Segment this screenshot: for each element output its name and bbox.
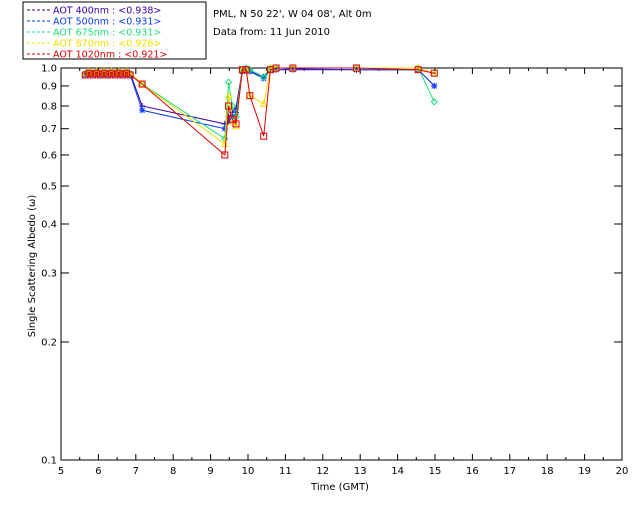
- plot-axes: 5 6 7 8 9 10 11 12 13 14 15 16 17 18 19 20 1.0 0.9 0.8 0.7 0…: [41, 64, 628, 478]
- x-tick-label: 9: [207, 466, 213, 477]
- x-tick-label: 19: [578, 466, 591, 477]
- x-tick-label: 18: [541, 466, 554, 477]
- y-tick-label: 0.5: [41, 182, 57, 193]
- legend-entry: AOT 400nm : <0.938>: [53, 6, 161, 17]
- x-tick-label: 10: [242, 466, 255, 477]
- y-tick-label: 0.2: [41, 337, 57, 348]
- x-axis-label: Time (GMT): [310, 482, 369, 493]
- y-tick-label: 0.7: [41, 124, 57, 135]
- legend-entry: AOT 675nm : <0.931>: [53, 28, 161, 39]
- date-info: Data from: 11 Jun 2010: [213, 27, 330, 38]
- series-line: [85, 67, 435, 140]
- y-tick-label: 1.0: [41, 64, 57, 75]
- series-line: [85, 67, 435, 157]
- x-tick-label: 17: [503, 466, 516, 477]
- marker-star: [139, 107, 146, 114]
- series-1: [82, 66, 438, 132]
- x-tick-label: 14: [391, 466, 404, 477]
- x-tick-label: 7: [133, 466, 139, 477]
- series-3: [81, 63, 439, 147]
- y-tick-label: 0.1: [41, 456, 57, 467]
- x-tick-label: 11: [279, 466, 292, 477]
- marker-star: [431, 82, 438, 89]
- albedo-chart: AOT 400nm : <0.938>AOT 500nm : <0.931>AO…: [22, 1, 628, 493]
- x-tick-label: 16: [466, 466, 479, 477]
- legend-entry: AOT 870nm : <0.926>: [53, 39, 161, 50]
- series-line: [85, 67, 435, 145]
- x-tick-label: 5: [58, 466, 64, 477]
- legend-entry: AOT 500nm : <0.931>: [53, 17, 161, 28]
- y-tick-label: 0.4: [41, 219, 57, 230]
- x-tick-label: 20: [616, 466, 629, 477]
- plot-series: [81, 63, 439, 159]
- x-tick-label: 13: [354, 466, 367, 477]
- station-info: PML, N 50 22', W 04 08', Alt 0m: [213, 9, 372, 20]
- legend: AOT 400nm : <0.938>AOT 500nm : <0.931>AO…: [22, 1, 207, 61]
- x-tick-label: 15: [429, 466, 442, 477]
- x-tick-label: 8: [170, 466, 176, 477]
- y-axis-label: Single Scattering Albedo (ω): [27, 195, 38, 338]
- x-tick-label: 12: [316, 466, 329, 477]
- series-4: [81, 64, 438, 159]
- legend-entry: AOT 1020nm : <0.921>: [53, 50, 167, 61]
- y-tick-label: 0.3: [41, 268, 57, 279]
- series-line: [85, 69, 435, 130]
- plot-frame: [60, 67, 623, 461]
- y-tick-label: 0.8: [41, 101, 57, 112]
- y-tick-label: 0.6: [41, 150, 57, 161]
- y-tick-label: 0.9: [41, 81, 57, 92]
- x-tick-label: 6: [95, 466, 101, 477]
